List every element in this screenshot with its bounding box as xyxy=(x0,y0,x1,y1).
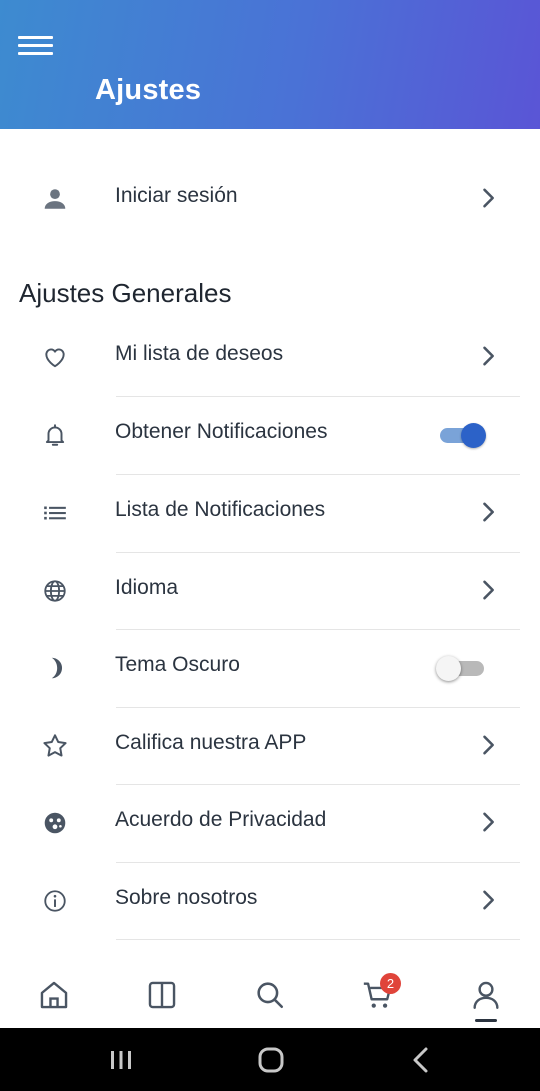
chevron-right-icon xyxy=(474,731,502,759)
cart-badge: 2 xyxy=(380,973,401,994)
dark-theme-toggle[interactable] xyxy=(436,653,488,683)
notifications-toggle[interactable] xyxy=(436,420,488,450)
wishlist-row[interactable]: Mi lista de deseos xyxy=(0,318,540,394)
privacy-row[interactable]: Acuerdo de Privacidad xyxy=(0,784,540,860)
about-row[interactable]: Sobre nosotros xyxy=(0,862,540,938)
section-title-general: Ajustes Generales xyxy=(19,278,232,308)
notification-list-label: Lista de Notificaciones xyxy=(115,498,326,521)
privacy-icon xyxy=(38,806,72,840)
person-icon xyxy=(38,182,72,216)
home-icon[interactable] xyxy=(37,978,71,1012)
search-icon[interactable] xyxy=(253,978,287,1012)
chevron-right-icon xyxy=(474,498,502,526)
dark-theme-label: Tema Oscuro xyxy=(115,653,240,676)
hamburger-menu-icon[interactable] xyxy=(18,34,54,58)
chevron-right-icon xyxy=(474,886,502,914)
home-circle-icon[interactable] xyxy=(254,1044,288,1076)
moon-icon xyxy=(38,651,72,685)
login-row[interactable]: Iniciar sesión xyxy=(0,160,540,236)
back-icon[interactable] xyxy=(404,1044,438,1076)
globe-icon xyxy=(38,574,72,608)
language-row[interactable]: Idioma xyxy=(0,552,540,628)
notifications-row: Obtener Notificaciones xyxy=(0,396,540,472)
chevron-right-icon xyxy=(474,576,502,604)
star-icon xyxy=(38,729,72,763)
bell-icon xyxy=(38,418,72,452)
columns-icon[interactable] xyxy=(145,978,179,1012)
recents-icon[interactable] xyxy=(104,1044,138,1076)
active-tab-indicator xyxy=(475,1019,497,1022)
info-icon xyxy=(38,884,72,918)
settings-screen: Ajustes Iniciar sesión Ajustes Generales… xyxy=(0,0,540,1091)
notification-list-row[interactable]: Lista de Notificaciones xyxy=(0,474,540,550)
user-icon[interactable] xyxy=(469,978,503,1012)
rate-app-row[interactable]: Califica nuestra APP xyxy=(0,707,540,783)
dark-theme-row: Tema Oscuro xyxy=(0,629,540,705)
language-label: Idioma xyxy=(115,576,179,599)
rate-app-label: Califica nuestra APP xyxy=(115,731,307,754)
toggle-knob xyxy=(461,423,486,448)
bottom-navigation xyxy=(0,960,540,1028)
privacy-label: Acuerdo de Privacidad xyxy=(115,808,327,831)
wishlist-label: Mi lista de deseos xyxy=(115,342,284,365)
about-label: Sobre nosotros xyxy=(115,886,258,909)
page-title: Ajustes xyxy=(95,74,202,106)
notifications-label: Obtener Notificaciones xyxy=(115,420,328,443)
login-label: Iniciar sesión xyxy=(115,184,238,207)
chevron-right-icon xyxy=(474,808,502,836)
chevron-right-icon xyxy=(474,342,502,370)
divider xyxy=(116,939,520,940)
chevron-right-icon xyxy=(474,184,502,212)
toggle-knob xyxy=(436,656,461,681)
heart-icon xyxy=(38,340,72,374)
system-navigation-bar xyxy=(0,1028,540,1091)
list-icon xyxy=(38,496,72,530)
app-header: Ajustes xyxy=(0,0,540,129)
